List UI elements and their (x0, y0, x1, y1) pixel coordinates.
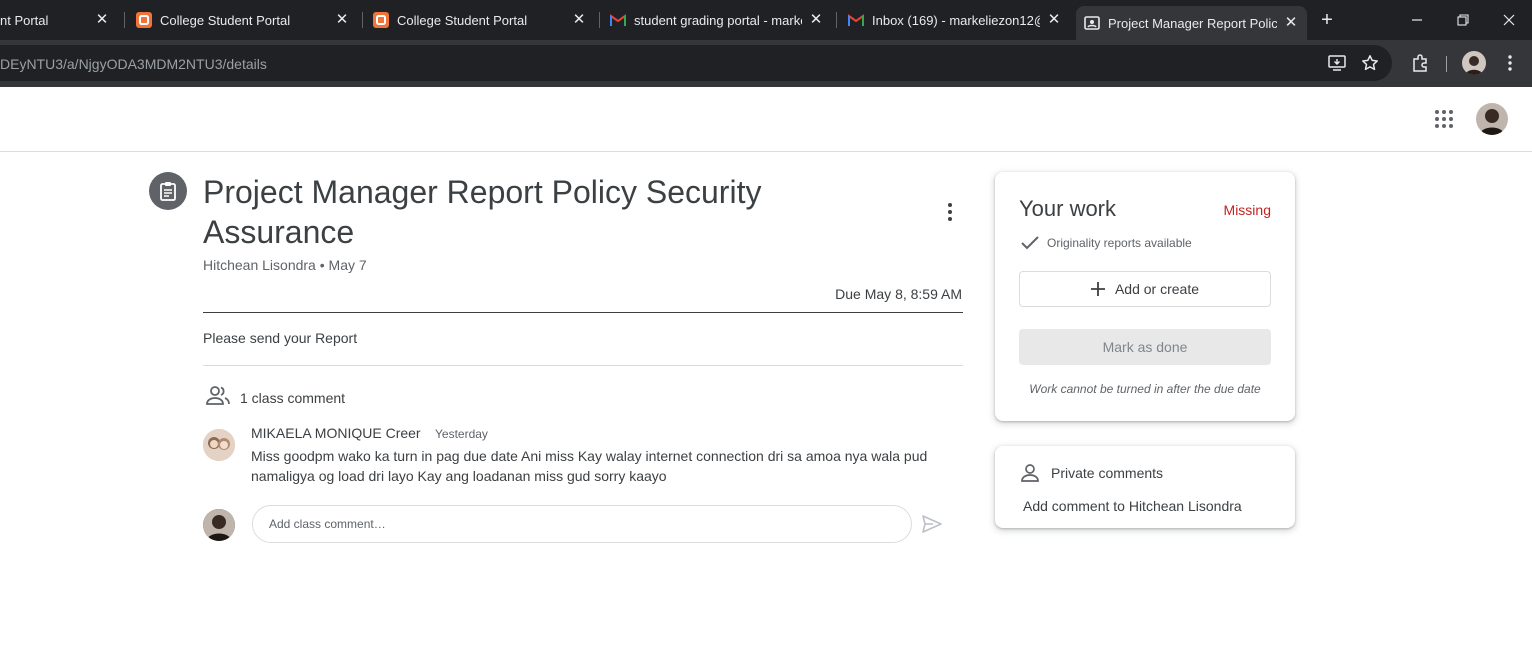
gmail-icon (610, 12, 626, 28)
app-header (0, 87, 1532, 152)
browser-tab[interactable]: student grading portal - markel ✕ (602, 0, 832, 40)
tab-title: College Student Portal (397, 12, 528, 28)
mark-as-done-button[interactable]: Mark as done (1019, 329, 1271, 365)
tab-separator (362, 12, 363, 28)
browser-tab[interactable]: College Student Portal ✕ (128, 0, 358, 40)
assignment-meta: Hitchean Lisondra • May 7 (203, 257, 367, 273)
your-work-card: Your work Missing Originality reports av… (995, 172, 1295, 421)
browser-tab[interactable]: nt Portal ✕ (0, 0, 118, 40)
tab-title: nt Portal (0, 12, 49, 28)
originality-label: Originality reports available (1047, 236, 1192, 250)
comment-author: MIKAELA MONIQUE Creer (251, 425, 421, 441)
close-tab-icon[interactable]: ✕ (571, 12, 587, 28)
address-bar[interactable]: DEyNTU3/a/NjgyODA3MDM2NTU3/details (0, 45, 1392, 81)
college-portal-icon (373, 12, 389, 28)
comment-date: Yesterday (435, 427, 488, 441)
class-comments-count: 1 class comment (240, 389, 346, 406)
tab-separator (599, 12, 600, 28)
tab-title: student grading portal - markel (634, 12, 802, 28)
plus-icon (1090, 282, 1105, 296)
browser-tab-active[interactable]: Project Manager Report Policy S ✕ (1076, 6, 1307, 40)
browser-menu-icon[interactable] (1498, 51, 1522, 75)
extensions-icon[interactable] (1408, 51, 1432, 75)
close-tab-icon[interactable]: ✕ (1283, 15, 1299, 31)
due-date: Due May 8, 8:59 AM (835, 286, 962, 302)
divider (203, 312, 963, 313)
tab-separator (124, 12, 125, 28)
url-text: DEyNTU3/a/NjgyODA3MDM2NTU3/details (0, 56, 267, 72)
install-app-icon[interactable] (1325, 51, 1349, 75)
bookmark-star-icon[interactable] (1358, 51, 1382, 75)
tab-separator (836, 12, 837, 28)
account-avatar[interactable] (1476, 103, 1508, 135)
comment-text: Miss goodpm wako ka turn in pag due date… (251, 448, 928, 484)
my-avatar (203, 509, 235, 541)
restore-icon[interactable] (1440, 0, 1486, 40)
add-or-create-label: Add or create (1114, 281, 1200, 297)
browser-tab-bar: nt Portal ✕ College Student Portal ✕ Col… (0, 0, 1532, 40)
tab-title: College Student Portal (160, 12, 291, 28)
add-private-comment-link[interactable]: Add comment to Hitchean Lisondra (1023, 498, 1242, 514)
close-tab-icon[interactable]: ✕ (1046, 12, 1062, 28)
browser-tab[interactable]: Inbox (169) - markeliezon12@g ✕ (840, 0, 1070, 40)
more-options-icon[interactable] (938, 200, 962, 224)
class-comments-header[interactable]: 1 class comment (206, 385, 345, 410)
close-tab-icon[interactable]: ✕ (94, 12, 110, 28)
classroom-icon (1084, 15, 1100, 31)
browser-toolbar: DEyNTU3/a/NjgyODA3MDM2NTU3/details (0, 40, 1532, 87)
originality-reports: Originality reports available (1021, 236, 1192, 250)
close-tab-icon[interactable]: ✕ (808, 12, 824, 28)
private-comments-card: Private comments Add comment to Hitchean… (995, 446, 1295, 528)
class-comment-input[interactable] (252, 505, 912, 543)
new-tab-icon[interactable]: + (1304, 0, 1350, 40)
commenter-avatar (203, 429, 235, 461)
people-icon (206, 385, 230, 410)
toolbar-divider (1446, 56, 1447, 72)
tab-title: Project Manager Report Policy S (1108, 15, 1277, 31)
status-badge: Missing (1223, 202, 1271, 218)
tab-title: Inbox (169) - markeliezon12@g (872, 12, 1040, 28)
profile-avatar[interactable] (1462, 51, 1486, 75)
your-work-title: Your work (1019, 196, 1117, 221)
late-submission-note: Work cannot be turned in after the due d… (1029, 382, 1261, 396)
minimize-icon[interactable] (1394, 0, 1440, 40)
apps-grid-icon[interactable] (1432, 107, 1456, 131)
gmail-icon (848, 12, 864, 28)
send-icon[interactable] (920, 512, 944, 536)
assignment-instructions: Please send your Report (203, 330, 358, 346)
person-icon (1021, 464, 1039, 482)
close-tab-icon[interactable]: ✕ (334, 12, 350, 28)
check-icon (1021, 236, 1039, 250)
divider (203, 365, 963, 366)
browser-tab[interactable]: College Student Portal ✕ (365, 0, 595, 40)
assignment-icon (149, 172, 187, 210)
college-portal-icon (136, 12, 152, 28)
assignment-title: Project Manager Report Policy Security A… (203, 174, 762, 250)
private-comments-title: Private comments (1051, 465, 1164, 481)
private-comments-header: Private comments (1021, 464, 1163, 482)
close-window-icon[interactable] (1486, 0, 1532, 40)
add-or-create-button[interactable]: Add or create (1019, 271, 1271, 307)
